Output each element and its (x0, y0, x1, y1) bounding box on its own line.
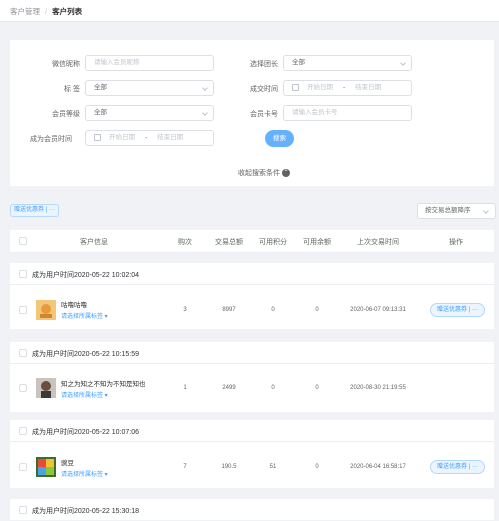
tag-label: 标 签 (64, 86, 80, 93)
points-value: 0 (271, 385, 275, 391)
tag-select-value: 全部 (94, 84, 107, 91)
header-count: 购次 (178, 239, 192, 246)
member-start-date[interactable]: 开始日期 (109, 131, 135, 145)
row-checkbox[interactable] (19, 463, 27, 471)
count-value: 1 (183, 385, 187, 391)
level-select-value: 全部 (94, 109, 107, 116)
avatar (36, 378, 56, 398)
points-value: 0 (271, 307, 275, 313)
group-title: 成为用户时间2020-05-22 15:30:18 (32, 508, 139, 515)
header-points: 可用积分 (259, 239, 287, 246)
table-row: 成为用户时间2020-05-22 10:07:06 豌豆 请选择所属标签 ▾ 7… (10, 420, 494, 488)
avatar-image (36, 457, 56, 477)
group-header: 成为用户时间2020-05-22 15:30:18 (10, 499, 494, 521)
total-value: 2499 (222, 385, 236, 391)
group-header: 成为用户时间2020-05-22 10:15:59 (10, 342, 494, 364)
breadcrumb-parent[interactable]: 客户管理 (10, 7, 40, 16)
member-time-range[interactable]: 开始日期 - 结束日期 (85, 130, 214, 146)
nickname-label: 微信昵称 (52, 61, 80, 68)
leader-select[interactable]: 全部 (283, 55, 412, 71)
total-value: 8997 (222, 307, 236, 313)
avatar (36, 300, 56, 320)
level-label: 会员等级 (52, 111, 80, 118)
tag-select[interactable]: 全部 (85, 80, 214, 96)
collapse-label: 收起搜索条件 (238, 170, 280, 177)
header-customer: 客户信息 (80, 239, 108, 246)
group-checkbox[interactable] (19, 427, 27, 435)
card-label: 会员卡号 (250, 111, 278, 118)
breadcrumb-separator: / (45, 7, 48, 16)
group-header: 成为用户时间2020-05-22 10:07:06 (10, 420, 494, 442)
customer-name[interactable]: 豌豆 (61, 457, 74, 467)
deal-time-label: 成交时间 (250, 86, 278, 93)
group-title: 成为用户时间2020-05-22 10:15:59 (32, 351, 139, 358)
gift-coupon-button[interactable]: 赠送优惠券 | ··· (430, 460, 485, 474)
count-value: 3 (183, 307, 187, 313)
avatar-image (36, 378, 56, 398)
count-value: 7 (183, 464, 187, 470)
breadcrumb: 客户管理 / 客户列表 (10, 6, 82, 17)
tag-dropdown[interactable]: 请选择所属标签 ▾ (61, 469, 108, 478)
calendar-icon (292, 83, 299, 91)
table-row: 成为用户时间2020-05-22 10:15:59 知之为知之不知为不知是知也 … (10, 342, 494, 412)
chevron-up-icon: ⌃ (282, 169, 290, 178)
table-row: 成为用户时间2020-05-22 10:02:04 咕噜咕噜 请选择所属标签 ▾… (10, 263, 494, 329)
filter-panel: 微信昵称 请输入会员昵称 选择团长 全部 标 签 全部 成交时间 开始日期 - 结束… (10, 40, 494, 186)
tag-dropdown[interactable]: 请选择所属标签 ▾ (61, 390, 108, 399)
deal-range-separator: - (343, 84, 346, 91)
chevron-down-icon (400, 60, 406, 66)
gift-coupon-button[interactable]: 赠送优惠券 | ··· (430, 303, 485, 317)
customer-name[interactable]: 知之为知之不知为不知是知也 (61, 378, 146, 388)
top-bar: 客户管理 / 客户列表 (0, 0, 499, 22)
search-button[interactable]: 搜索 (265, 130, 294, 147)
sort-select[interactable]: 按交易总额降序 (417, 203, 496, 219)
group-checkbox[interactable] (19, 270, 27, 278)
card-input[interactable]: 请输入会员卡号 (283, 105, 412, 121)
member-end-date[interactable]: 结束日期 (157, 131, 183, 145)
balance-value: 0 (315, 464, 319, 470)
deal-start-date[interactable]: 开始日期 (307, 81, 333, 95)
last-trade-value: 2020-06-07 09:13:31 (350, 307, 406, 313)
collapse-filters-toggle[interactable]: 收起搜索条件 ⌃ (238, 168, 290, 178)
balance-value: 0 (315, 307, 319, 313)
header-balance: 可用余额 (303, 239, 331, 246)
select-all-checkbox[interactable] (19, 237, 27, 245)
deal-time-range[interactable]: 开始日期 - 结束日期 (283, 80, 412, 96)
group-checkbox[interactable] (19, 506, 27, 514)
deal-end-date[interactable]: 结束日期 (355, 81, 381, 95)
leader-select-value: 全部 (292, 59, 305, 66)
group-title: 成为用户时间2020-05-22 10:07:06 (32, 429, 139, 436)
group-title: 成为用户时间2020-05-22 10:02:04 (32, 272, 139, 279)
group-checkbox[interactable] (19, 349, 27, 357)
nickname-input[interactable]: 请输入会员昵称 (85, 55, 214, 71)
header-total: 交易总额 (215, 239, 243, 246)
row-checkbox[interactable] (19, 384, 27, 392)
tag-dropdown[interactable]: 请选择所属标签 ▾ (61, 311, 108, 320)
bulk-coupon-button[interactable]: 赠送优惠券 | ··· (10, 204, 59, 217)
table-row: 成为用户时间2020-05-22 15:30:18 (10, 499, 494, 520)
avatar (36, 457, 56, 477)
chevron-down-icon (202, 110, 208, 116)
chevron-down-icon (483, 208, 489, 214)
member-time-label: 成为会员时间 (30, 136, 72, 143)
header-actions: 操作 (449, 239, 463, 246)
chevron-down-icon (202, 85, 208, 91)
balance-value: 0 (315, 385, 319, 391)
last-trade-value: 2020-06-04 16:58:17 (350, 464, 406, 470)
breadcrumb-current: 客户列表 (52, 7, 83, 16)
header-last-trade: 上次交易时间 (357, 239, 399, 246)
sort-select-value: 按交易总额降序 (425, 207, 471, 214)
points-value: 51 (269, 464, 277, 470)
level-select[interactable]: 全部 (85, 105, 214, 121)
member-range-separator: - (145, 134, 148, 141)
total-value: 190.5 (221, 464, 237, 470)
last-trade-value: 2020-08-30 21:19:55 (350, 385, 406, 391)
calendar-icon (94, 133, 101, 141)
customer-name[interactable]: 咕噜咕噜 (61, 299, 87, 309)
row-checkbox[interactable] (19, 306, 27, 314)
group-header: 成为用户时间2020-05-22 10:02:04 (10, 263, 494, 285)
table-header: 客户信息 购次 交易总额 可用积分 可用余额 上次交易时间 操作 (10, 230, 494, 253)
leader-label: 选择团长 (250, 61, 278, 68)
avatar-image (36, 300, 56, 320)
